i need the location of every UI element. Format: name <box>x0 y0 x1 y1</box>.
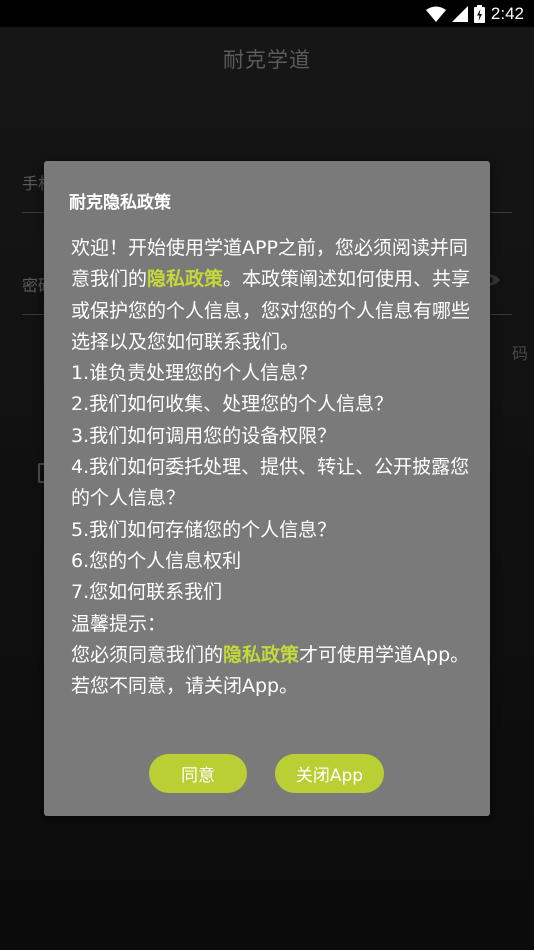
close-app-button[interactable]: 关闭App <box>275 754 384 793</box>
status-icons: 2:42 <box>425 3 524 24</box>
intro-paragraph: 欢迎！开始使用学道APP之前，您必须阅读并同意我们的隐私政策。本政策阐述如何使用… <box>71 233 471 358</box>
privacy-policy-link-2[interactable]: 隐私政策 <box>223 644 299 666</box>
list-item: 5.我们如何存储您的个人信息？ <box>71 518 337 541</box>
list-item: 7.您如何联系我们 <box>71 581 223 604</box>
privacy-dialog: 耐克隐私政策 欢迎！开始使用学道APP之前，您必须阅读并同意我们的隐私政策。本政… <box>44 161 490 816</box>
wifi-icon <box>425 6 446 22</box>
dialog-title: 耐克隐私政策 <box>69 193 171 213</box>
status-time: 2:42 <box>490 3 524 23</box>
list-item: 2.我们如何收集、处理您的个人信息？ <box>71 393 394 416</box>
list-item: 6.您的个人信息权利 <box>71 549 242 572</box>
agree-button[interactable]: 同意 <box>149 754 247 793</box>
list-item: 4.我们如何委托处理、提供、转让、公开披露您的个人信息？ <box>71 456 470 510</box>
list-item: 1.谁负责处理您的个人信息？ <box>71 362 318 385</box>
tip-paragraph: 您必须同意我们的隐私政策才可使用学道App。若您不同意，请关闭App。 <box>71 640 471 703</box>
signal-icon <box>451 5 468 22</box>
tip-heading: 温馨提示： <box>71 612 167 635</box>
battery-charging-icon <box>473 4 485 23</box>
dialog-body: 欢迎！开始使用学道APP之前，您必须阅读并同意我们的隐私政策。本政策阐述如何使用… <box>71 233 471 702</box>
status-bar: 2:42 <box>0 0 534 27</box>
tip-text-before: 您必须同意我们的 <box>71 643 224 666</box>
privacy-policy-link[interactable]: 隐私政策 <box>147 268 223 290</box>
list-item: 3.我们如何调用您的设备权限？ <box>71 424 337 447</box>
